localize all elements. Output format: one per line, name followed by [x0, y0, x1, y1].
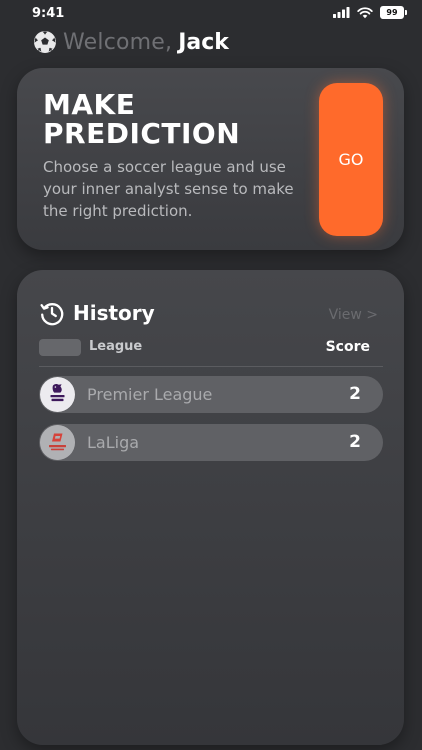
prediction-title-line2: PREDICTION [43, 117, 241, 150]
league-name: Premier League [87, 385, 213, 404]
league-name: LaLiga [87, 433, 140, 452]
prediction-title-line1: MAKE [43, 88, 136, 121]
status-time: 9:41 [32, 6, 65, 21]
welcome-header: Welcome, Jack [33, 28, 229, 56]
laliga-logo-icon [40, 425, 75, 460]
premier-league-logo-icon [40, 377, 75, 412]
league-column-swatch [39, 339, 81, 356]
prediction-description: Choose a soccer league and use your inne… [43, 158, 294, 220]
history-divider [39, 366, 383, 367]
history-row-laliga[interactable]: LaLiga 2 [39, 424, 383, 461]
league-score: 2 [349, 384, 361, 404]
user-name: Jack [178, 29, 229, 55]
league-column-label: League [89, 339, 143, 354]
view-history-link[interactable]: View > [329, 307, 378, 323]
league-score: 2 [349, 432, 361, 452]
history-column-header: League Score [39, 338, 382, 358]
history-row-premier-league[interactable]: Premier League 2 [39, 376, 383, 413]
soccer-ball-icon [34, 31, 56, 53]
make-prediction-card: MAKE PREDICTION Choose a soccer league a… [17, 68, 404, 250]
battery-level: 99 [386, 7, 398, 17]
history-clock-icon [40, 303, 64, 326]
status-bar: 9:41 99 [0, 0, 422, 26]
history-card: History View > League Score Premier Leag… [17, 270, 404, 745]
prediction-title: MAKE PREDICTION [43, 90, 293, 148]
score-column-label: Score [325, 339, 370, 355]
cellular-signal-icon [333, 7, 350, 18]
history-header: History [39, 300, 155, 326]
go-button[interactable]: GO [319, 83, 383, 236]
status-icons: 99 [333, 6, 407, 19]
wifi-icon [357, 6, 373, 18]
history-list: Premier League 2 LaLiga 2 [39, 376, 383, 472]
battery-icon: 99 [380, 6, 407, 19]
history-title: History [73, 301, 155, 325]
welcome-text: Welcome, [63, 29, 173, 55]
